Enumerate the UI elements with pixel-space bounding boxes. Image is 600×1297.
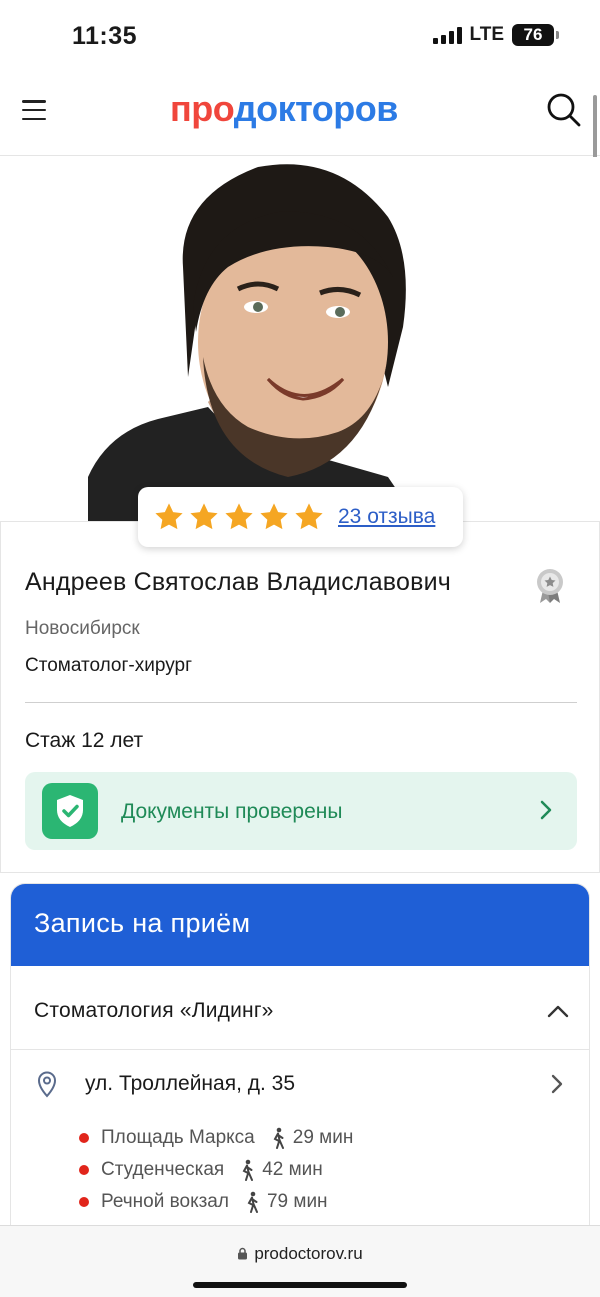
metro-item: Студенческая 42 мин	[79, 1154, 353, 1186]
appointment-title: Запись на приём	[34, 908, 251, 938]
star-icon	[260, 503, 288, 530]
home-indicator[interactable]	[193, 1282, 407, 1288]
metro-station: Площадь Маркса	[101, 1127, 255, 1148]
app-header: продокторов	[0, 70, 600, 156]
signal-icon	[432, 26, 462, 44]
menu-icon[interactable]	[22, 100, 46, 120]
address-row[interactable]: ул. Троллейная, д. 35	[11, 1060, 589, 1108]
chevron-right-icon	[540, 800, 552, 820]
documents-verified-label: Документы проверены	[121, 800, 343, 823]
status-time: 11:35	[72, 22, 138, 50]
doctor-card: Андреев Святослав Владиславович Новосиби…	[0, 521, 600, 873]
clinic-name: Стоматология «Лидинг»	[34, 999, 274, 1022]
metro-line-icon	[79, 1165, 89, 1175]
network-type: LTE	[469, 24, 504, 45]
star-icon	[155, 503, 183, 530]
star-icon	[295, 503, 323, 530]
location-pin-icon	[37, 1071, 57, 1098]
reviews-link[interactable]: 23 отзыва	[338, 505, 435, 529]
chevron-up-icon	[547, 1005, 569, 1018]
rating-stars	[153, 501, 325, 533]
lock-icon	[238, 1247, 248, 1260]
documents-verified-button[interactable]: Документы проверены	[25, 772, 577, 850]
browser-address-bar[interactable]: prodoctorov.ru	[0, 1225, 600, 1297]
metro-line-icon	[79, 1197, 89, 1207]
url-display[interactable]: prodoctorov.ru	[0, 1244, 600, 1264]
walking-icon	[247, 1191, 258, 1213]
logo-part-doctors: докторов	[233, 88, 399, 129]
rating-pill: 23 отзыва	[138, 487, 463, 547]
status-bar: 11:35 LTE 76	[0, 0, 600, 70]
doctor-portrait-image	[88, 164, 418, 521]
metro-walk-time: 79 мин	[266, 1191, 328, 1212]
star-icon	[225, 503, 253, 530]
walking-icon	[273, 1127, 284, 1149]
battery-icon: 76	[512, 24, 559, 46]
doctor-photo	[0, 157, 600, 521]
doctor-specialty: Стоматолог-хирург	[25, 655, 193, 676]
walking-icon	[242, 1159, 254, 1181]
doctor-city: Новосибирск	[25, 618, 140, 639]
metro-station: Речной вокзал	[101, 1191, 229, 1212]
appointment-header: Запись на приём	[11, 884, 589, 966]
divider	[25, 702, 577, 703]
metro-list: Площадь Маркса 29 мин Студенческая 42 ми…	[79, 1122, 353, 1218]
logo-part-pro: про	[170, 88, 234, 129]
award-badge-icon[interactable]	[534, 568, 566, 604]
metro-walk-time: 42 мин	[262, 1159, 323, 1180]
doctor-name: Андреев Святослав Владиславович	[25, 568, 451, 596]
metro-item: Площадь Маркса 29 мин	[79, 1122, 353, 1154]
clinic-address: ул. Троллейная, д. 35	[85, 1072, 296, 1095]
clinic-accordion[interactable]: Стоматология «Лидинг»	[11, 966, 589, 1050]
star-icon	[190, 503, 218, 530]
appointment-card: Запись на приём Стоматология «Лидинг» ул…	[11, 884, 589, 1284]
doctor-experience: Стаж 12 лет	[25, 729, 144, 752]
metro-station: Студенческая	[101, 1159, 225, 1180]
search-icon[interactable]	[546, 92, 582, 128]
shield-check-icon	[42, 783, 98, 839]
chevron-right-icon	[551, 1074, 563, 1094]
metro-item: Речной вокзал 79 мин	[79, 1186, 353, 1218]
metro-line-icon	[79, 1133, 89, 1143]
url-text: prodoctorov.ru	[254, 1244, 363, 1263]
metro-walk-time: 29 мин	[292, 1127, 354, 1148]
status-indicators: LTE 76	[432, 24, 559, 46]
logo[interactable]: продокторов	[170, 88, 398, 130]
